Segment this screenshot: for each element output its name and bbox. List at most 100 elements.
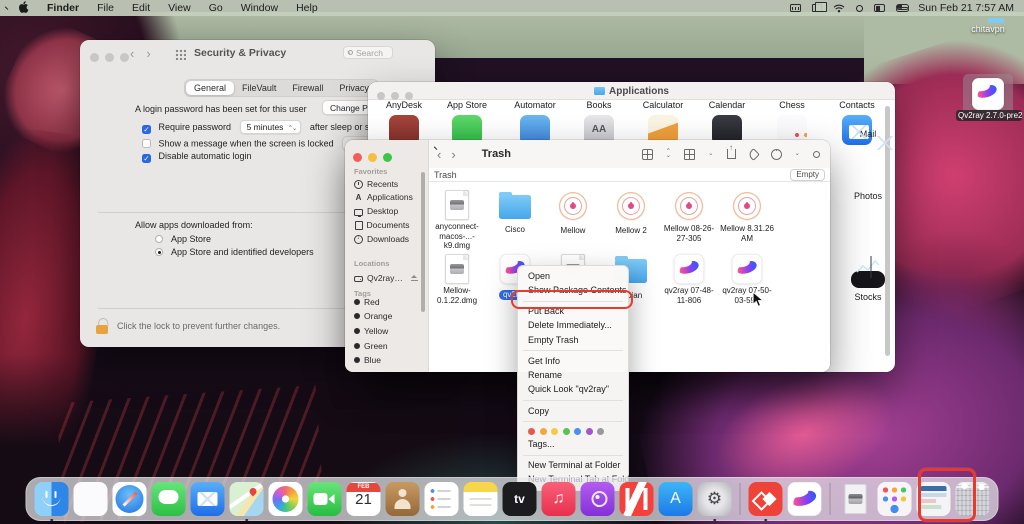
menu-bar-clock[interactable]: Sun Feb 21 7:57 AM — [918, 2, 1014, 14]
dock-mail[interactable] — [190, 481, 226, 517]
dock-app-store[interactable]: A — [658, 481, 694, 517]
show-message-checkbox[interactable] — [142, 139, 151, 148]
sidebar-item-desktop[interactable]: Desktop — [354, 206, 398, 216]
app-label-books[interactable]: Books — [568, 100, 630, 110]
sidebar-item-recents[interactable]: Recents — [354, 179, 398, 189]
tab-general[interactable]: General — [186, 81, 234, 95]
dock-launchpad[interactable] — [73, 481, 109, 517]
search-field[interactable]: Search — [343, 46, 393, 59]
keyboard-icon[interactable] — [790, 4, 801, 12]
menu-item-rename[interactable]: Rename — [518, 369, 628, 383]
dock-music[interactable]: ♫ — [541, 481, 577, 517]
disable-auto-login-checkbox[interactable]: ✓ — [142, 154, 151, 163]
app-label-automator[interactable]: Automator — [504, 100, 566, 110]
menu-item-empty-trash[interactable]: Empty Trash — [518, 333, 628, 347]
menu-window[interactable]: Window — [232, 2, 287, 14]
file-qv2ray-2[interactable]: qv2ray 07-50-03-592 — [718, 254, 776, 308]
applications-titlebar[interactable]: Applications — [368, 82, 895, 100]
sidebar-tag-green[interactable]: Green — [354, 341, 388, 351]
tag-color-red[interactable] — [528, 428, 535, 435]
app-store-radio[interactable] — [155, 235, 163, 243]
wifi-icon[interactable] — [833, 4, 845, 13]
sidebar-tag-red[interactable]: Red — [354, 297, 380, 307]
view-chevrons[interactable]: ⌃⌄ — [666, 150, 671, 158]
dock-contacts[interactable] — [385, 481, 421, 517]
dock-finder[interactable] — [34, 481, 70, 517]
icon-view-icon[interactable] — [642, 149, 653, 160]
dock-dmg-file[interactable] — [838, 481, 874, 517]
dock-maps[interactable] — [229, 481, 265, 517]
app-label-contacts[interactable]: Contacts — [826, 100, 888, 110]
menu-help[interactable]: Help — [287, 2, 327, 14]
file-mellow-dmg[interactable]: Mellow-0.1.22.dmg — [428, 254, 486, 308]
display-icon[interactable] — [874, 4, 885, 12]
menu-item-delete-immediately[interactable]: Delete Immediately... — [518, 319, 628, 333]
menu-go[interactable]: Go — [200, 2, 232, 14]
back-forward-icons[interactable]: ‹› — [437, 147, 466, 162]
dock-facetime[interactable] — [307, 481, 343, 517]
menu-item-copy[interactable]: Copy — [518, 404, 628, 418]
show-all-grid-icon[interactable] — [175, 49, 186, 60]
dock-qv2ray[interactable] — [787, 481, 823, 517]
menu-item-new-terminal[interactable]: New Terminal at Folder — [518, 459, 628, 473]
tab-filevault[interactable]: FileVault — [234, 81, 284, 95]
desktop-icon-chitavpn[interactable]: chitavpn — [955, 22, 1021, 34]
require-password-checkbox[interactable]: ✓ — [142, 125, 151, 134]
app-label-calculator[interactable]: Calculator — [632, 100, 694, 110]
dock-messages[interactable] — [151, 481, 187, 517]
sidebar-item-applications[interactable]: AApplications — [354, 192, 413, 202]
dock-reminders[interactable] — [424, 481, 460, 517]
dock-notes[interactable] — [463, 481, 499, 517]
back-forward-icons[interactable]: ‹› — [130, 46, 163, 61]
search-icon[interactable] — [813, 151, 820, 158]
menu-item-open[interactable]: Open — [518, 269, 628, 283]
sidebar-tag-yellow[interactable]: Yellow — [354, 326, 388, 336]
menu-item-quick-look[interactable]: Quick Look "qv2ray" — [518, 383, 628, 397]
tag-color-purple[interactable] — [586, 428, 593, 435]
control-center-icon[interactable] — [896, 4, 907, 12]
app-label-calendar[interactable]: Calendar — [696, 100, 758, 110]
menu-view[interactable]: View — [159, 2, 200, 14]
dock-tv[interactable]: tv — [502, 481, 538, 517]
dock-applications-folder[interactable] — [877, 481, 913, 517]
stacked-windows-icon[interactable] — [812, 4, 822, 12]
spotlight-search-icon[interactable] — [856, 5, 863, 12]
dock-safari[interactable] — [112, 481, 148, 517]
menu-item-get-info[interactable]: Get Info — [518, 354, 628, 368]
tag-color-orange[interactable] — [540, 428, 547, 435]
tag-color-yellow[interactable] — [551, 428, 558, 435]
app-label-appstore[interactable]: App Store — [436, 100, 498, 110]
eject-icon[interactable] — [411, 275, 418, 281]
sidebar-tag-blue[interactable]: Blue — [354, 355, 381, 365]
more-actions-icon[interactable] — [771, 149, 782, 160]
file-mellow[interactable]: Mellow — [544, 190, 602, 238]
sidebar-item-qv2ray-disk[interactable]: Qv2ray… — [354, 273, 418, 283]
identified-developers-radio[interactable] — [155, 248, 163, 256]
group-by-icon[interactable] — [684, 149, 695, 160]
menu-finder[interactable]: Finder — [38, 2, 88, 14]
interval-dropdown[interactable]: 5 minutes⌃⌄ — [240, 120, 302, 134]
tag-color-gray[interactable] — [597, 428, 604, 435]
dock-news[interactable] — [619, 481, 655, 517]
chevron-down-icon[interactable]: ⌄ — [708, 152, 713, 156]
menu-edit[interactable]: Edit — [123, 2, 159, 14]
file-qv2ray-1[interactable]: qv2ray 07-48-11-806 — [660, 254, 718, 308]
dock-calendar[interactable]: FEB21 — [346, 481, 382, 517]
app-label-chess[interactable]: Chess — [761, 100, 823, 110]
file-anyconnect-dmg[interactable]: anyconnect-macos-...-k9.dmg — [428, 190, 486, 253]
dock-podcasts[interactable] — [580, 481, 616, 517]
dock-anydesk[interactable] — [748, 481, 784, 517]
empty-trash-button[interactable]: Empty — [790, 169, 825, 181]
app-label-anydesk[interactable]: AnyDesk — [373, 100, 435, 110]
qv2ray-app-icon[interactable] — [972, 78, 1004, 110]
file-mellow-2[interactable]: Mellow 2 — [602, 190, 660, 238]
window-controls[interactable] — [90, 49, 129, 67]
security-titlebar[interactable]: ‹› Security & Privacy Search — [80, 40, 435, 74]
tag-color-green[interactable] — [563, 428, 570, 435]
tab-firewall[interactable]: Firewall — [284, 81, 331, 95]
window-controls[interactable] — [353, 149, 392, 167]
share-icon[interactable] — [727, 149, 736, 159]
chevron-down-icon[interactable]: ⌄ — [795, 152, 800, 156]
tag-icon[interactable] — [747, 148, 760, 161]
sidebar-scrollbar[interactable] — [421, 172, 425, 312]
